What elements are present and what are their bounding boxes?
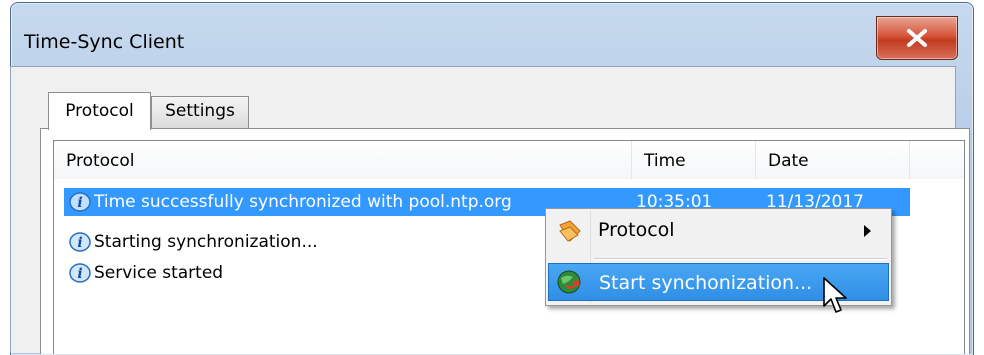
submenu-arrow-icon	[864, 225, 871, 237]
globe-sync-icon	[557, 270, 581, 294]
menu-separator	[594, 258, 887, 260]
mouse-pointer-icon	[823, 277, 847, 313]
menu-item-protocol[interactable]: Protocol	[548, 211, 889, 249]
close-button[interactable]	[876, 16, 958, 60]
close-icon	[907, 29, 927, 47]
row-message: Time successfully synchronized with pool…	[94, 192, 512, 212]
column-header-filler	[910, 141, 964, 179]
window-title: Time-Sync Client	[24, 31, 185, 53]
menu-item-label: Protocol	[598, 219, 675, 241]
list-item[interactable]: i Service started	[64, 259, 223, 287]
menu-item-label: Start synchonization...	[599, 272, 813, 294]
column-header-protocol[interactable]: Protocol	[54, 141, 632, 179]
protocol-icon	[559, 220, 581, 242]
info-icon: i	[69, 263, 91, 283]
svg-text:i: i	[77, 235, 82, 251]
svg-text:i: i	[77, 266, 82, 282]
column-header-time[interactable]: Time	[632, 141, 756, 179]
info-icon: i	[69, 232, 91, 252]
row-message: Starting synchronization...	[94, 232, 318, 252]
tab-protocol[interactable]: Protocol	[48, 92, 151, 130]
column-header-date[interactable]: Date	[756, 141, 910, 179]
list-item[interactable]: i Starting synchronization...	[64, 228, 318, 256]
tab-settings[interactable]: Settings	[151, 96, 249, 128]
svg-text:i: i	[77, 195, 82, 211]
info-icon: i	[69, 192, 91, 212]
row-message: Service started	[94, 263, 224, 283]
